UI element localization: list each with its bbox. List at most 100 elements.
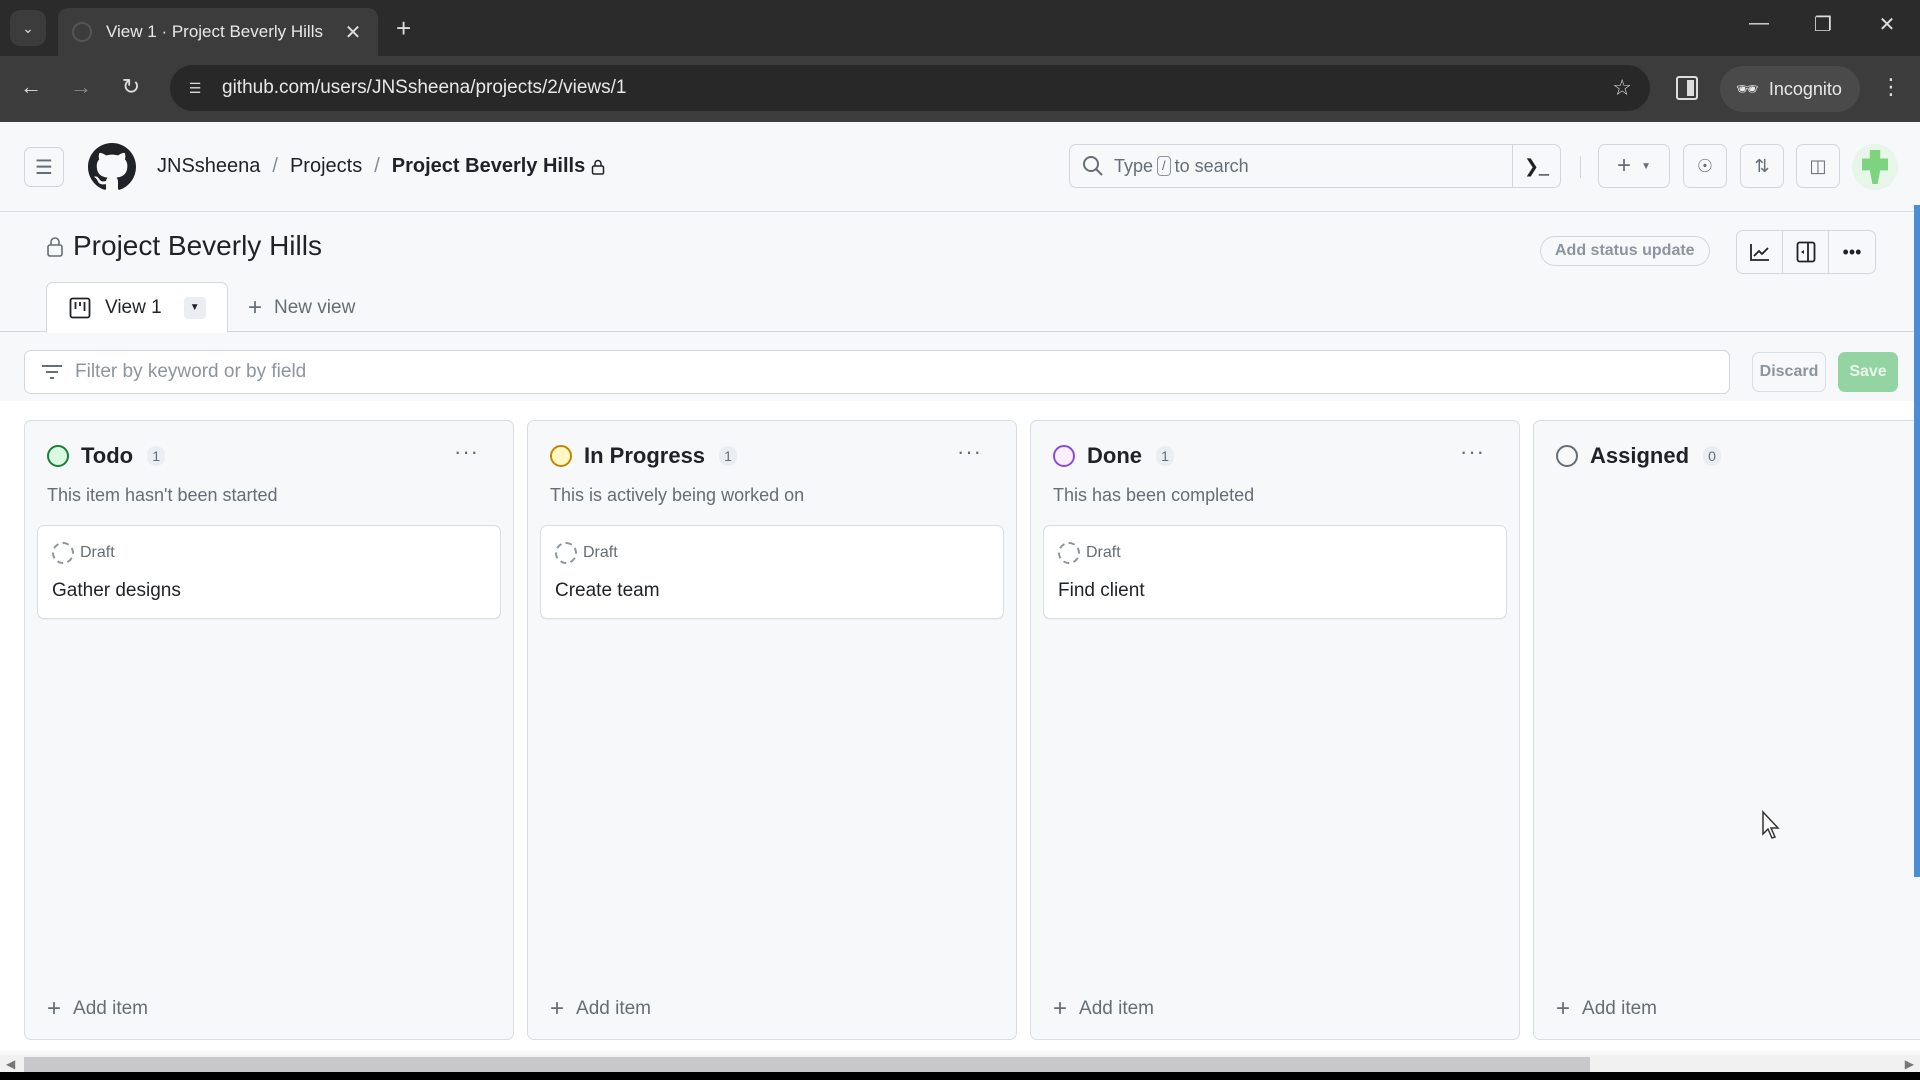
back-icon[interactable]: ← (16, 74, 46, 100)
breadcrumb: JNSsheena / Projects / Project Beverly H… (157, 155, 605, 178)
user-avatar[interactable] (1852, 144, 1898, 190)
close-window-icon[interactable]: ✕ (1872, 12, 1902, 37)
command-palette-icon[interactable]: ❯_ (1512, 145, 1560, 187)
site-info-icon[interactable]: ☰ (180, 73, 210, 103)
project-title-row: Project Beverly Hills Add status update … (0, 212, 1920, 282)
column-name: In Progress (584, 443, 706, 468)
minimize-icon[interactable]: — (1744, 12, 1774, 35)
scroll-left-icon[interactable]: ◀ (6, 1057, 15, 1071)
sidebar-expand-icon (1796, 241, 1815, 263)
header-divider (1580, 156, 1581, 178)
new-view-button[interactable]: + New view (248, 294, 355, 322)
add-item-button[interactable]: + Add item (47, 995, 148, 1023)
board-card[interactable]: Draft Create team (540, 525, 1004, 619)
status-circle-icon (47, 445, 69, 467)
column-menu-icon[interactable]: ··· (957, 439, 982, 465)
bookmark-star-icon[interactable]: ☆ (1612, 75, 1632, 101)
restore-icon[interactable]: ❐ (1808, 12, 1838, 37)
side-panel-icon[interactable] (1676, 76, 1698, 100)
caret-down-icon: ▼ (1641, 160, 1651, 172)
project-actions: ••• (1736, 230, 1876, 274)
view-options-dropdown[interactable]: ▼ (183, 296, 206, 319)
incognito-label: Incognito (1768, 78, 1842, 99)
incognito-badge[interactable]: 🕶 Incognito (1720, 66, 1860, 112)
column-menu-icon[interactable]: ··· (1460, 439, 1485, 465)
card-title[interactable]: Gather designs (52, 580, 181, 602)
hamburger-icon: ☰ (35, 156, 53, 179)
browser-tab-active[interactable]: View 1 · Project Beverly Hills ✕ (58, 8, 378, 56)
add-item-label: Add item (576, 998, 651, 1019)
url-text[interactable]: github.com/users/JNSsheena/projects/2/vi… (222, 77, 1612, 99)
inbox-button[interactable]: ◫ (1796, 144, 1840, 188)
card-type-label: Draft (583, 544, 618, 561)
column-count: 1 (147, 446, 166, 466)
filter-input[interactable]: Filter by keyword or by field (24, 350, 1730, 394)
github-logo-icon[interactable] (88, 143, 136, 191)
create-new-button[interactable]: + ▼ (1598, 144, 1670, 188)
new-tab-button[interactable]: + (396, 14, 411, 42)
column-count: 0 (1703, 446, 1722, 466)
add-item-button[interactable]: + Add item (1556, 995, 1657, 1023)
tab-search-button[interactable]: ⌄ (10, 10, 46, 46)
board-icon (69, 297, 91, 318)
board-column-in-progress: In Progress 1 ··· This is actively being… (527, 420, 1017, 1040)
column-description: This has been completed (1053, 485, 1255, 505)
column-menu-icon[interactable]: ··· (454, 439, 479, 465)
draft-issue-icon (1058, 542, 1080, 564)
side-panel-button[interactable] (1783, 231, 1829, 273)
tab-title: View 1 · Project Beverly Hills (106, 22, 323, 41)
draft-issue-icon (52, 542, 74, 564)
pull-requests-button[interactable]: ⇅ (1740, 144, 1784, 188)
save-button[interactable]: Save (1838, 352, 1898, 392)
column-count: 1 (1156, 446, 1174, 466)
board-card[interactable]: Draft Find client (1043, 525, 1507, 619)
card-title[interactable]: Find client (1058, 580, 1145, 602)
column-count: 1 (719, 446, 738, 466)
browser-menu-icon[interactable]: ⋮ (1880, 74, 1902, 100)
issue-opened-icon: ☉ (1696, 155, 1714, 176)
board-card[interactable]: Draft Gather designs (37, 525, 501, 619)
column-name: Done (1087, 443, 1142, 468)
plus-icon: + (1053, 995, 1068, 1022)
view-tabs: View 1 ▼ + New view (0, 282, 1920, 333)
add-status-update-button[interactable]: Add status update (1540, 236, 1710, 266)
breadcrumb-projects[interactable]: Projects (290, 155, 362, 178)
forward-icon[interactable]: → (66, 74, 96, 100)
scroll-right-icon[interactable]: ▶ (1905, 1057, 1914, 1071)
search-shortcut-key: / (1157, 156, 1171, 176)
status-circle-icon (550, 445, 572, 467)
reload-icon[interactable]: ↻ (116, 74, 146, 100)
status-circle-icon (1556, 445, 1578, 467)
issues-button[interactable]: ☉ (1683, 144, 1727, 188)
project-title: Project Beverly Hills (73, 230, 322, 261)
card-type-label: Draft (1086, 544, 1121, 561)
breadcrumb-user[interactable]: JNSsheena (157, 155, 260, 178)
discard-button[interactable]: Discard (1752, 352, 1826, 392)
filter-placeholder: Filter by keyword or by field (75, 361, 307, 382)
close-tab-icon[interactable]: ✕ (342, 20, 364, 45)
horizontal-scrollbar-thumb[interactable] (24, 1057, 1590, 1072)
address-bar[interactable]: ☰ github.com/users/JNSsheena/projects/2/… (170, 65, 1650, 111)
search-placeholder-suffix: to search (1174, 155, 1249, 176)
vertical-scrollbar-thumb[interactable] (1914, 205, 1920, 877)
plus-icon: + (47, 995, 62, 1022)
git-pull-request-icon: ⇅ (1754, 155, 1770, 176)
github-header: ☰ JNSsheena / Projects / Project Beverly… (0, 122, 1920, 212)
card-title[interactable]: Create team (555, 580, 660, 602)
add-item-button[interactable]: + Add item (550, 995, 651, 1023)
breadcrumb-project[interactable]: Project Beverly Hills (392, 155, 585, 178)
column-header: Todo 1 (47, 443, 166, 469)
menu-button[interactable]: ☰ (24, 147, 64, 187)
tab-view-1[interactable]: View 1 ▼ (46, 282, 228, 333)
board-column-assigned: Assigned 0 + Add item (1533, 420, 1920, 1040)
card-type: Draft (52, 542, 115, 564)
more-options-button[interactable]: ••• (1829, 231, 1875, 273)
kebab-horizontal-icon: ••• (1842, 241, 1862, 262)
column-header: Done 1 (1053, 443, 1174, 469)
global-search-input[interactable]: Type / to search ❯_ (1069, 144, 1561, 188)
insights-button[interactable] (1737, 231, 1783, 273)
horizontal-scrollbar[interactable]: ◀ ▶ (0, 1055, 1920, 1072)
add-item-button[interactable]: + Add item (1053, 995, 1154, 1023)
plus-icon: + (1556, 995, 1571, 1022)
graph-icon (1749, 244, 1769, 261)
